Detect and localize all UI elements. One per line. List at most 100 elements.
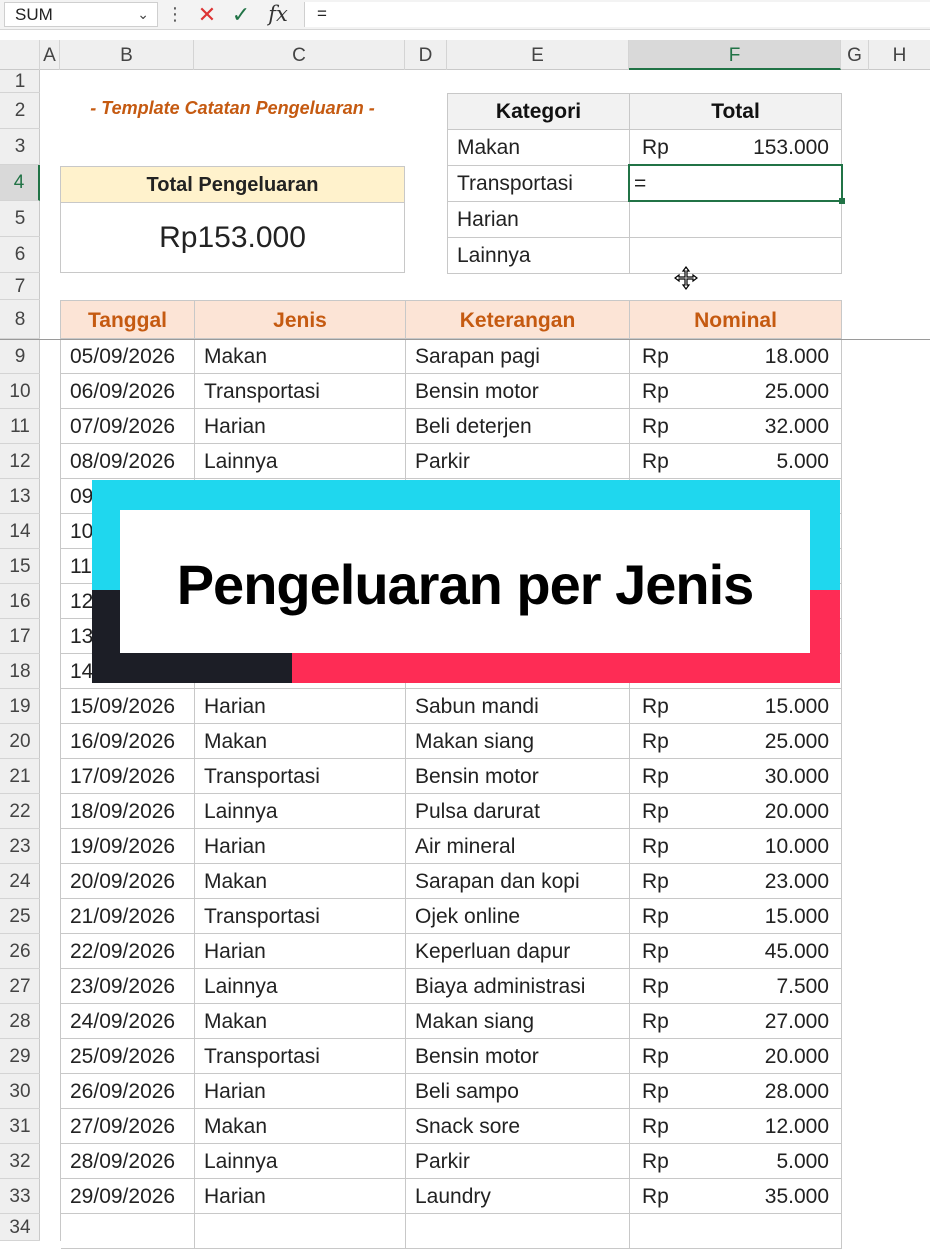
expense-date-cell[interactable]: 19/09/2026 bbox=[61, 829, 195, 864]
category-name-cell[interactable]: Makan bbox=[448, 130, 630, 166]
row-header-19[interactable]: 19 bbox=[0, 689, 40, 724]
expense-description-cell[interactable] bbox=[406, 1214, 630, 1249]
col-header-g[interactable]: G bbox=[841, 40, 869, 70]
category-name-cell[interactable]: Transportasi bbox=[448, 166, 630, 202]
more-options-icon[interactable]: ⋮ bbox=[165, 2, 185, 27]
expense-amount-cell[interactable]: Rp 27.000 bbox=[630, 1004, 842, 1039]
expense-amount-cell[interactable]: Rp 15.000 bbox=[630, 899, 842, 934]
expense-date-cell[interactable]: 18/09/2026 bbox=[61, 794, 195, 829]
expense-type-cell[interactable]: Makan bbox=[195, 864, 406, 899]
expense-amount-cell[interactable]: Rp 25.000 bbox=[630, 374, 842, 409]
row-header-10[interactable]: 10 bbox=[0, 374, 40, 409]
row-header-13[interactable]: 13 bbox=[0, 479, 40, 514]
expense-amount-cell[interactable]: Rp 45.000 bbox=[630, 934, 842, 969]
expense-description-cell[interactable]: Snack sore bbox=[406, 1109, 630, 1144]
expense-date-cell[interactable]: 21/09/2026 bbox=[61, 899, 195, 934]
expense-amount-cell[interactable]: Rp 15.000 bbox=[630, 689, 842, 724]
col-header-e[interactable]: E bbox=[447, 40, 629, 70]
expense-description-cell[interactable]: Sarapan dan kopi bbox=[406, 864, 630, 899]
row-header-1[interactable]: 1 bbox=[0, 70, 40, 93]
expense-description-cell[interactable]: Pulsa darurat bbox=[406, 794, 630, 829]
expense-date-cell[interactable]: 06/09/2026 bbox=[61, 374, 195, 409]
expense-description-cell[interactable]: Bensin motor bbox=[406, 1039, 630, 1074]
row-header-6[interactable]: 6 bbox=[0, 237, 40, 273]
row-header-33[interactable]: 33 bbox=[0, 1179, 40, 1214]
select-all-corner[interactable] bbox=[0, 40, 40, 70]
expense-date-cell[interactable]: 26/09/2026 bbox=[61, 1074, 195, 1109]
expense-description-cell[interactable]: Sabun mandi bbox=[406, 689, 630, 724]
col-header-b[interactable]: B bbox=[60, 40, 194, 70]
row-header-3[interactable]: 3 bbox=[0, 129, 40, 165]
row-header-34[interactable]: 34 bbox=[0, 1214, 40, 1241]
expense-type-cell[interactable]: Makan bbox=[195, 1004, 406, 1039]
row-header-29[interactable]: 29 bbox=[0, 1039, 40, 1074]
expense-type-cell[interactable]: Lainnya bbox=[195, 1144, 406, 1179]
expense-date-cell[interactable] bbox=[61, 1214, 195, 1249]
col-header-c[interactable]: C bbox=[194, 40, 405, 70]
col-header-a[interactable]: A bbox=[40, 40, 60, 70]
expense-date-cell[interactable]: 29/09/2026 bbox=[61, 1179, 195, 1214]
expense-date-cell[interactable]: 24/09/2026 bbox=[61, 1004, 195, 1039]
expense-type-cell[interactable]: Makan bbox=[195, 724, 406, 759]
expense-date-cell[interactable]: 05/09/2026 bbox=[61, 339, 195, 374]
row-header-15[interactable]: 15 bbox=[0, 549, 40, 584]
row-header-23[interactable]: 23 bbox=[0, 829, 40, 864]
category-name-cell[interactable]: Lainnya bbox=[448, 238, 630, 274]
expense-type-cell[interactable]: Makan bbox=[195, 339, 406, 374]
expense-description-cell[interactable]: Ojek online bbox=[406, 899, 630, 934]
fill-handle[interactable] bbox=[839, 198, 845, 204]
expense-description-cell[interactable]: Air mineral bbox=[406, 829, 630, 864]
expense-date-cell[interactable]: 20/09/2026 bbox=[61, 864, 195, 899]
expense-date-cell[interactable]: 17/09/2026 bbox=[61, 759, 195, 794]
expense-amount-cell[interactable]: Rp 30.000 bbox=[630, 759, 842, 794]
expense-date-cell[interactable]: 27/09/2026 bbox=[61, 1109, 195, 1144]
expense-description-cell[interactable]: Bensin motor bbox=[406, 374, 630, 409]
cancel-icon[interactable]: ✕ bbox=[192, 2, 222, 27]
expense-description-cell[interactable]: Bensin motor bbox=[406, 759, 630, 794]
row-header-32[interactable]: 32 bbox=[0, 1144, 40, 1179]
expense-type-cell[interactable]: Transportasi bbox=[195, 1039, 406, 1074]
row-header-24[interactable]: 24 bbox=[0, 864, 40, 899]
col-header-d[interactable]: D bbox=[405, 40, 447, 70]
expense-date-cell[interactable]: 16/09/2026 bbox=[61, 724, 195, 759]
expense-amount-cell[interactable]: Rp 12.000 bbox=[630, 1109, 842, 1144]
expense-type-cell[interactable]: Harian bbox=[195, 1179, 406, 1214]
expense-type-cell[interactable]: Makan bbox=[195, 1109, 406, 1144]
expense-amount-cell[interactable]: Rp 7.500 bbox=[630, 969, 842, 1004]
expense-date-cell[interactable]: 07/09/2026 bbox=[61, 409, 195, 444]
expense-date-cell[interactable]: 08/09/2026 bbox=[61, 444, 195, 479]
expense-description-cell[interactable]: Biaya administrasi bbox=[406, 969, 630, 1004]
category-total-cell[interactable]: Rp 153.000 bbox=[630, 130, 842, 166]
expense-type-cell[interactable]: Transportasi bbox=[195, 374, 406, 409]
enter-icon[interactable]: ✓ bbox=[226, 2, 256, 27]
expense-type-cell[interactable]: Lainnya bbox=[195, 969, 406, 1004]
row-header-12[interactable]: 12 bbox=[0, 444, 40, 479]
row-header-4[interactable]: 4 bbox=[0, 165, 40, 201]
row-header-18[interactable]: 18 bbox=[0, 654, 40, 689]
category-total-cell[interactable] bbox=[630, 202, 842, 238]
row-header-31[interactable]: 31 bbox=[0, 1109, 40, 1144]
expense-type-cell[interactable]: Lainnya bbox=[195, 444, 406, 479]
expense-type-cell[interactable]: Lainnya bbox=[195, 794, 406, 829]
expense-date-cell[interactable]: 28/09/2026 bbox=[61, 1144, 195, 1179]
active-cell-f4[interactable] bbox=[628, 164, 845, 204]
row-header-5[interactable]: 5 bbox=[0, 201, 40, 237]
expense-description-cell[interactable]: Parkir bbox=[406, 444, 630, 479]
expense-description-cell[interactable]: Makan siang bbox=[406, 724, 630, 759]
expense-amount-cell[interactable]: Rp 20.000 bbox=[630, 794, 842, 829]
row-header-11[interactable]: 11 bbox=[0, 409, 40, 444]
row-header-30[interactable]: 30 bbox=[0, 1074, 40, 1109]
row-header-20[interactable]: 20 bbox=[0, 724, 40, 759]
row-header-8[interactable]: 8 bbox=[0, 300, 40, 339]
expense-amount-cell[interactable]: Rp 5.000 bbox=[630, 444, 842, 479]
row-header-25[interactable]: 25 bbox=[0, 899, 40, 934]
row-header-7[interactable]: 7 bbox=[0, 273, 40, 300]
expense-description-cell[interactable]: Parkir bbox=[406, 1144, 630, 1179]
expense-amount-cell[interactable]: Rp 5.000 bbox=[630, 1144, 842, 1179]
expense-amount-cell[interactable]: Rp 10.000 bbox=[630, 829, 842, 864]
row-header-16[interactable]: 16 bbox=[0, 584, 40, 619]
expense-date-cell[interactable]: 22/09/2026 bbox=[61, 934, 195, 969]
expense-amount-cell[interactable]: Rp 18.000 bbox=[630, 339, 842, 374]
category-total-cell[interactable] bbox=[630, 238, 842, 274]
row-header-14[interactable]: 14 bbox=[0, 514, 40, 549]
